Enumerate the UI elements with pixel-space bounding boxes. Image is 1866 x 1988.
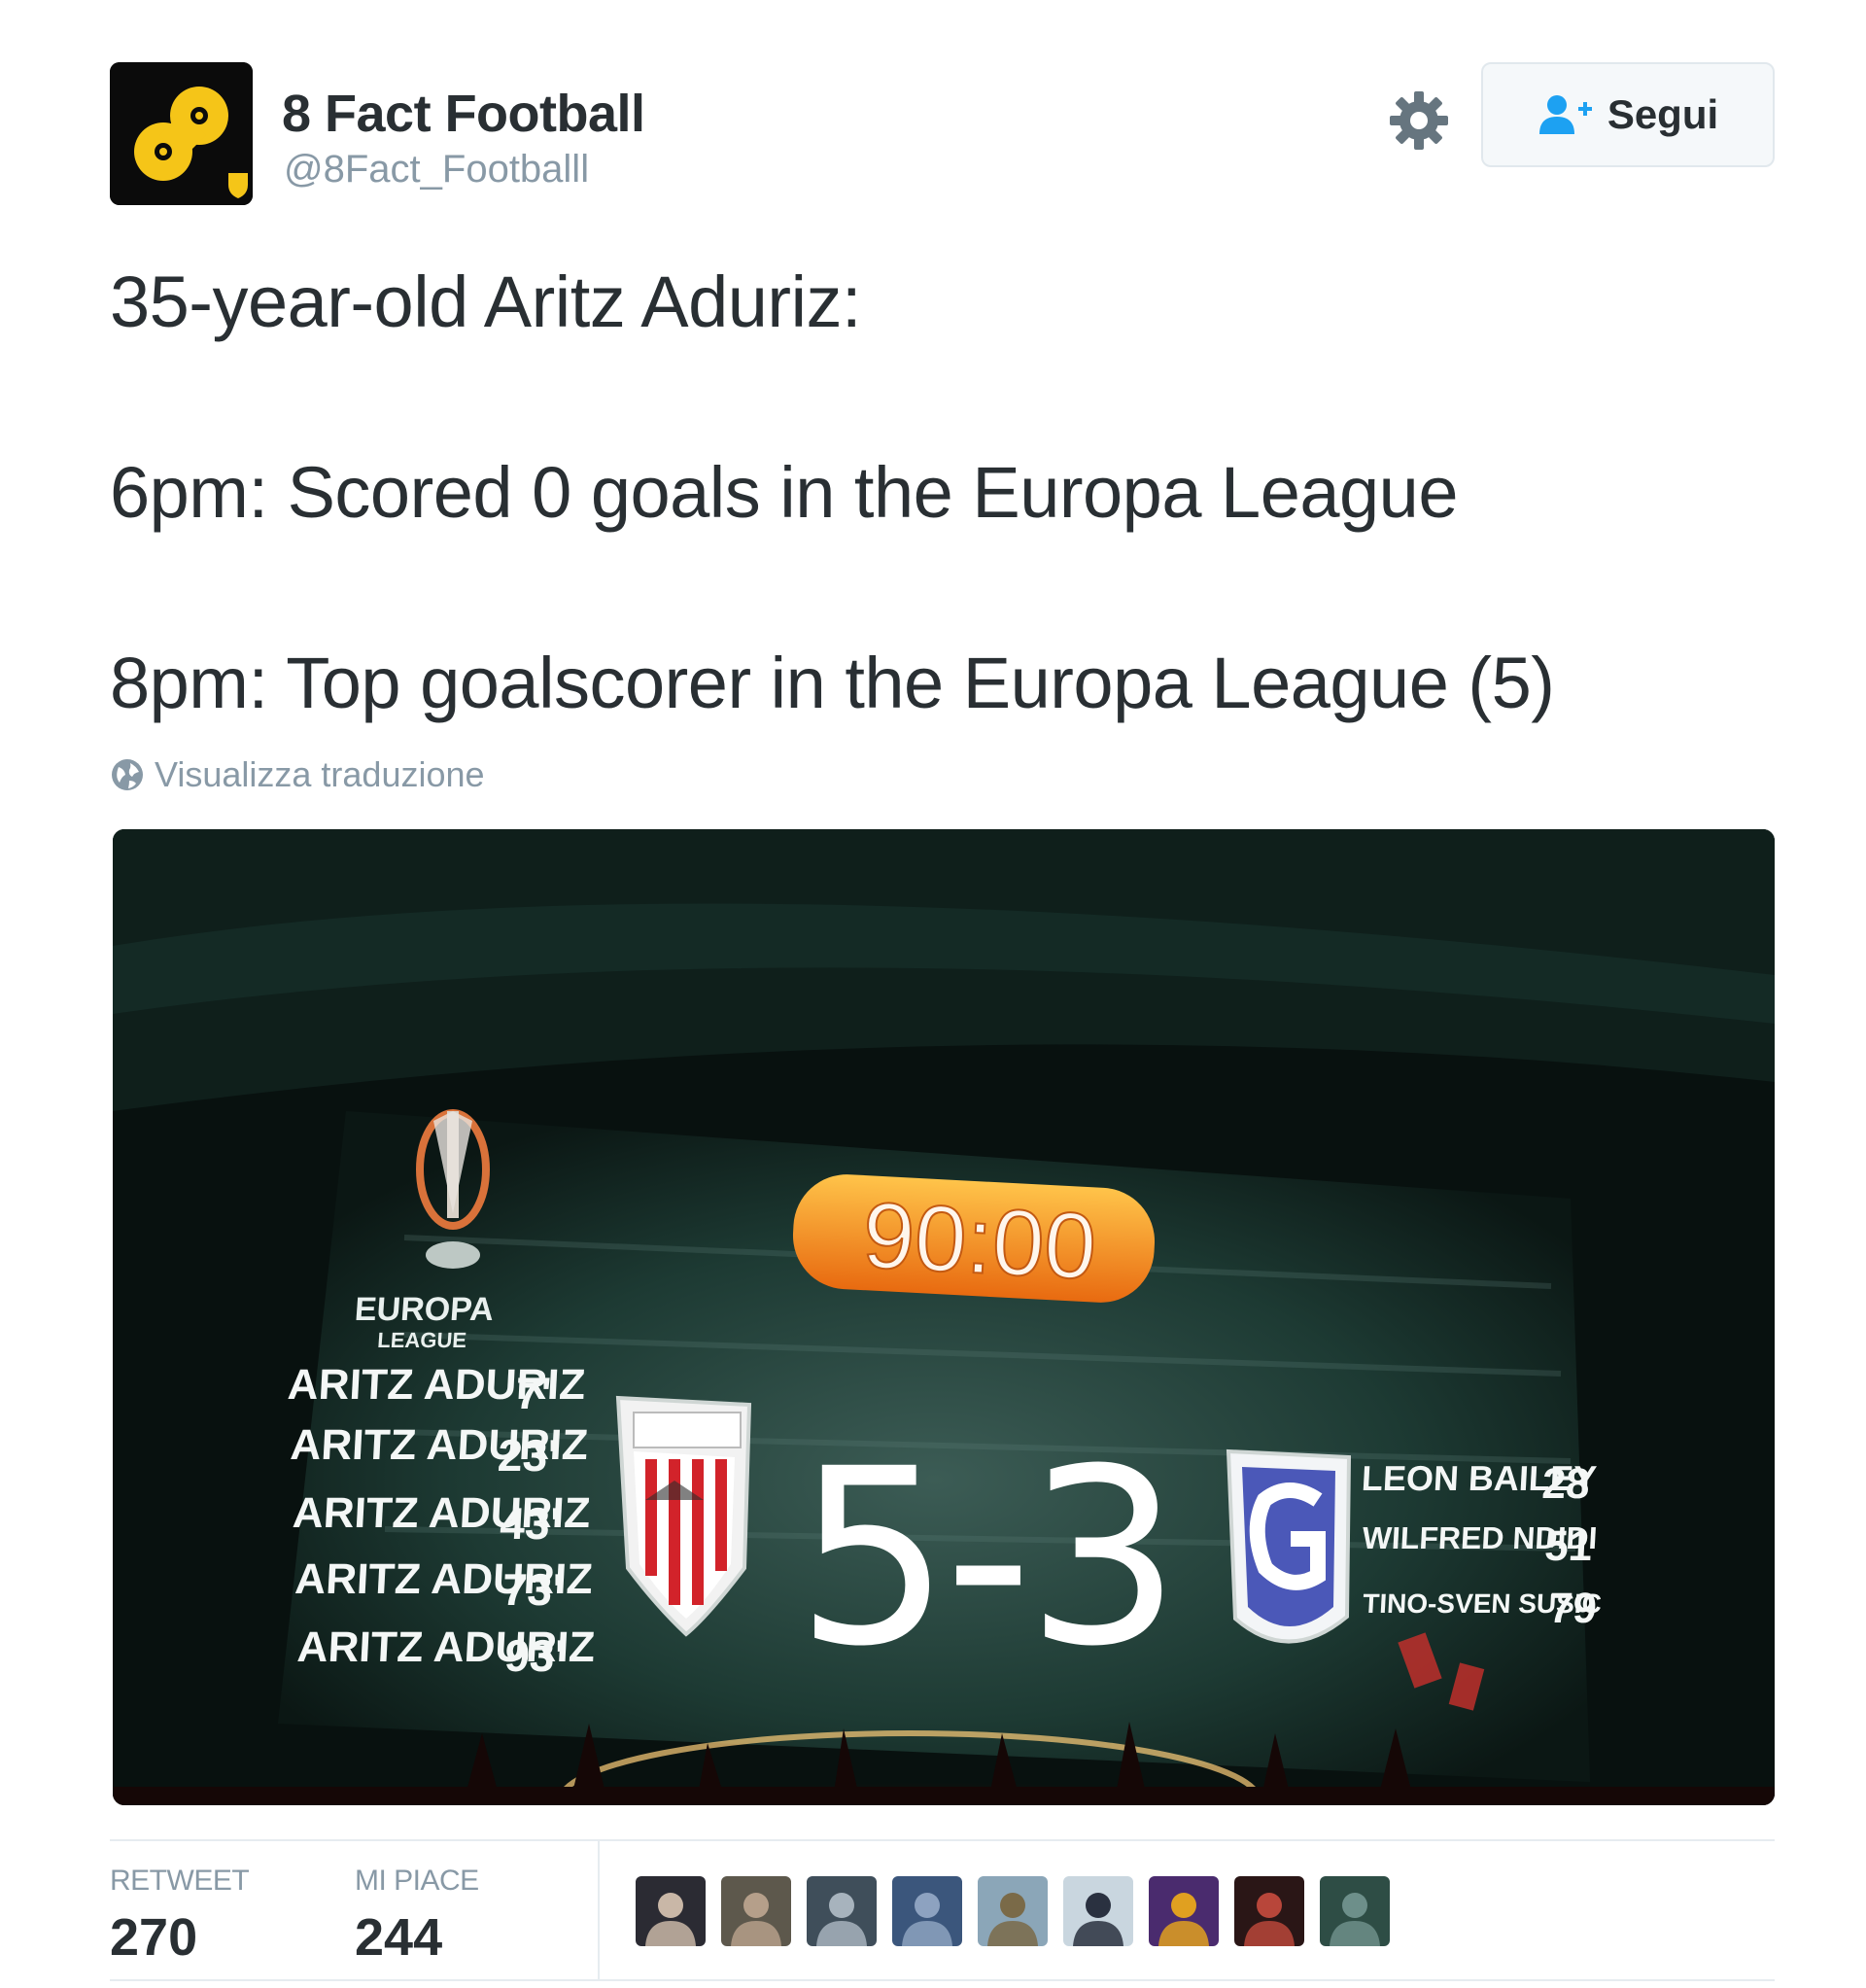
divider [598, 1841, 600, 1979]
liker-avatar[interactable] [1149, 1876, 1219, 1946]
clock-text: 90:00 [860, 1183, 1099, 1299]
home-minute: 93' [503, 1630, 567, 1681]
tweet-line: 6pm: Scored 0 goals in the Europa League [110, 452, 1458, 533]
retweet-count: 270 [110, 1908, 198, 1967]
like-label: MI PIACE [355, 1865, 479, 1897]
home-minute: 7' [514, 1368, 552, 1418]
match-clock: 90:00 [792, 1174, 1156, 1303]
liker-avatar[interactable] [721, 1876, 791, 1946]
away-team-crest [1226, 1448, 1352, 1644]
like-count: 244 [355, 1908, 443, 1967]
scoreboard-photo: EUROPA LEAGUE 90:00 ARITZ ADURIZ 7' ARIT… [113, 829, 1775, 1805]
away-minute: 79 [1548, 1585, 1599, 1632]
liker-avatar[interactable] [978, 1876, 1048, 1946]
away-minute: 28 [1540, 1460, 1591, 1508]
translate-link[interactable]: Visualizza traduzione [110, 754, 485, 795]
add-user-icon [1538, 93, 1594, 136]
retweet-stat[interactable]: RETWEET 270 [110, 1865, 250, 1968]
account-name[interactable]: 8 Fact Football [282, 84, 645, 144]
8-fact-football-logo [110, 62, 253, 205]
liker-avatar[interactable] [807, 1876, 877, 1946]
follow-button[interactable]: Segui [1481, 62, 1775, 167]
liker-avatar[interactable] [636, 1876, 706, 1946]
account-avatar[interactable] [110, 62, 253, 205]
divider [110, 1979, 1775, 1981]
liker-avatar[interactable] [892, 1876, 962, 1946]
home-minute: 23' [497, 1430, 560, 1481]
away-minute: 51 [1543, 1522, 1594, 1570]
liker-avatar[interactable] [1063, 1876, 1133, 1946]
gear-icon[interactable] [1388, 89, 1450, 152]
like-stat[interactable]: MI PIACE 244 [355, 1865, 479, 1968]
divider [110, 1839, 1775, 1841]
follow-label: Segui [1607, 91, 1719, 137]
translate-label: Visualizza traduzione [155, 754, 485, 794]
tweet-photo[interactable]: EUROPA LEAGUE 90:00 ARITZ ADURIZ 7' ARIT… [113, 829, 1775, 1805]
score-text: 5-3 [796, 1416, 1175, 1699]
home-minute: 73' [501, 1564, 565, 1615]
likers-avatars [636, 1876, 1390, 1946]
home-minute: 43' [499, 1498, 562, 1549]
competition-line: LEAGUE [377, 1328, 467, 1352]
liker-avatar[interactable] [1234, 1876, 1304, 1946]
tweet-line: 8pm: Top goalscorer in the Europa League… [110, 643, 1555, 723]
tweet-line: 35-year-old Aritz Aduriz: [110, 262, 862, 342]
tweet-text: 35-year-old Aritz Aduriz: 6pm: Scored 0 … [110, 255, 1781, 731]
globe-icon [112, 759, 143, 790]
account-handle[interactable]: @8Fact_Footballl [284, 148, 589, 192]
competition-line: EUROPA [354, 1291, 496, 1328]
liker-avatar[interactable] [1320, 1876, 1390, 1946]
retweet-label: RETWEET [110, 1865, 250, 1897]
